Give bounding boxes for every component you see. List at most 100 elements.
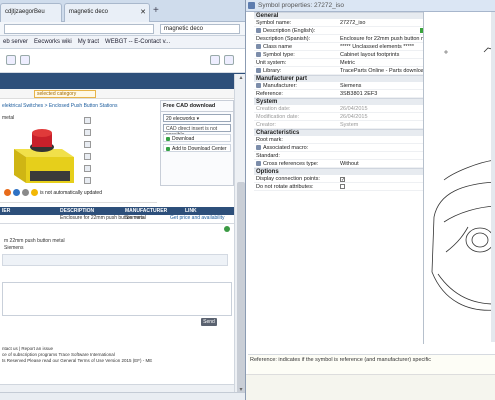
url-field[interactable] (4, 24, 154, 34)
property-type-icon (256, 161, 261, 166)
property-row[interactable]: Unit system: Metric (254, 59, 423, 67)
share-icon[interactable] (4, 189, 11, 196)
item-manufacturer: Siemens (4, 245, 24, 251)
section-header[interactable]: General (254, 12, 423, 19)
property-row[interactable]: Root mark: (254, 136, 423, 144)
search-value: magnetic deco (164, 26, 204, 32)
comment-textarea[interactable] (2, 282, 232, 316)
section-header[interactable]: Characteristics (254, 129, 423, 136)
property-label: Standard: (256, 153, 280, 159)
property-row[interactable]: Do not rotate attributes: (254, 183, 423, 191)
col-header[interactable]: LINK (185, 208, 197, 214)
checkbox-box[interactable]: ✓ (340, 177, 345, 182)
forward-icon[interactable] (20, 55, 30, 65)
section-header[interactable]: Options (254, 168, 423, 175)
download-button[interactable]: Download (163, 134, 231, 142)
property-row[interactable]: Class name ***** Unclassed elements ***** (254, 43, 423, 51)
col-header[interactable]: IER (2, 208, 10, 214)
property-value[interactable]: 26/04/2015 (340, 106, 423, 112)
horizontal-scrollbar[interactable] (0, 384, 234, 392)
search-field[interactable]: magnetic deco (160, 24, 240, 34)
cad-format-select[interactable]: 20 elecworks ▾ (163, 114, 231, 122)
property-row[interactable]: Creation date: 26/04/2015 (254, 105, 423, 113)
category-select[interactable]: selected category (34, 90, 96, 98)
property-label: Description (English): (256, 28, 315, 34)
window-title: Symbol properties: 27272_iso (258, 2, 344, 9)
property-value[interactable]: Siemens (340, 83, 423, 89)
property-row[interactable]: Reference: 3SB3801 2EF3 (254, 90, 423, 98)
home-icon[interactable] (224, 55, 234, 65)
info-icon[interactable] (22, 189, 29, 196)
property-value[interactable]: Without (340, 161, 423, 167)
back-icon[interactable] (6, 55, 16, 65)
property-row[interactable]: Display connection points: ✓ (254, 175, 423, 183)
property-checkbox[interactable] (340, 184, 423, 190)
property-row[interactable]: Creator: System (254, 121, 423, 129)
property-value[interactable]: 3SB3801 2EF3 (340, 91, 423, 97)
bookmark-item[interactable]: My tract (78, 39, 99, 45)
new-tab-icon[interactable]: + (153, 5, 159, 16)
product-image[interactable] (8, 125, 80, 189)
view-tool-icon[interactable] (84, 141, 91, 148)
vertical-scrollbar[interactable]: ▴ ▾ (234, 74, 245, 400)
bookmark-item[interactable]: WEBGT -- E-Contact v... (105, 39, 170, 45)
scroll-thumb[interactable] (237, 182, 245, 400)
property-help-text: Reference: indicates if the symbol is re… (248, 354, 495, 374)
view-tool-icon[interactable] (84, 153, 91, 160)
section-header[interactable]: Manufacturer part (254, 75, 423, 82)
property-row[interactable]: Manufacturer: Siemens (254, 82, 423, 90)
bookmark-item[interactable]: eb server (3, 39, 28, 45)
help-text: Reference: indicates if the symbol is re… (250, 357, 431, 363)
property-value[interactable]: Metric (340, 60, 423, 66)
close-tab-icon[interactable]: ✕ (140, 8, 146, 16)
item-box (2, 254, 228, 266)
tab-1[interactable]: cdjtjzaegorBeu (0, 3, 62, 22)
col-header[interactable]: DESCRIPTION (60, 208, 94, 214)
view-tool-icon[interactable] (84, 129, 91, 136)
property-row[interactable]: Modification date: 26/04/2015 (254, 113, 423, 121)
property-row[interactable]: Symbol type: Cabinet layout footprints (254, 51, 423, 59)
property-label-text: Manufacturer: (263, 83, 297, 89)
add-download-center-button[interactable]: Add to Download Center (163, 144, 231, 152)
breadcrumb-text[interactable]: elektrical Switches > Enclosed Push Butt… (2, 103, 117, 109)
view-tool-icon[interactable] (84, 177, 91, 184)
price-link[interactable]: Get price and availability (170, 215, 224, 221)
scroll-up-icon[interactable]: ▴ (237, 74, 245, 82)
property-row[interactable]: Associated macro: (254, 144, 423, 152)
property-value[interactable]: System (340, 122, 423, 128)
send-button[interactable]: Send (201, 318, 217, 326)
bottom-pane (246, 374, 495, 400)
property-label: Library: (256, 68, 281, 74)
refresh-icon[interactable] (224, 226, 230, 232)
property-value[interactable]: ***** Unclassed elements ***** (340, 44, 423, 50)
property-label-text: Description (English): (263, 28, 316, 34)
checkbox-box[interactable] (340, 184, 345, 189)
table-row: Enclosure for 22mm push button metal Sie… (0, 215, 234, 221)
add-label: Add to Download Center (172, 146, 227, 152)
property-value[interactable]: 27272_iso (340, 20, 423, 26)
property-type-icon (256, 145, 261, 150)
send-label: Send (203, 319, 215, 325)
footer-line[interactable]: ts Reserved Please read our General Term… (2, 358, 232, 364)
bookmark-item[interactable]: Eecworks wiki (34, 39, 72, 45)
property-checkbox[interactable]: ✓ (340, 176, 423, 182)
property-row[interactable]: Symbol name: 27272_iso (254, 19, 423, 27)
section-header[interactable]: System (254, 98, 423, 105)
social-icon[interactable] (13, 189, 20, 196)
view-tool-icon[interactable] (84, 165, 91, 172)
property-row[interactable]: Description (Spanish): Enclosure for 22mm… (254, 35, 423, 43)
property-value[interactable]: Cabinet layout footprints (340, 52, 423, 58)
tab-2[interactable]: magnetic deco ✕ (64, 3, 150, 22)
col-header[interactable]: MANUFACTURER (125, 208, 167, 214)
view-tool-icon[interactable] (84, 117, 91, 124)
menu-icon[interactable] (210, 55, 220, 65)
property-row[interactable]: Library: TraceParts Online - Parts downlo… (254, 67, 423, 75)
property-value[interactable]: Enclosure for 22mm push button metal (340, 36, 423, 42)
property-row[interactable]: Standard: (254, 152, 423, 160)
property-value[interactable]: 26/04/2015 (340, 114, 423, 120)
property-row[interactable]: Description (English): (254, 27, 423, 35)
property-value[interactable]: TraceParts Online - Parts downloaded (340, 68, 423, 74)
property-label-text: Description (Spanish): (256, 36, 311, 42)
drawing-scrollbar[interactable] (491, 12, 495, 342)
property-row[interactable]: Cross references type: Without (254, 160, 423, 168)
